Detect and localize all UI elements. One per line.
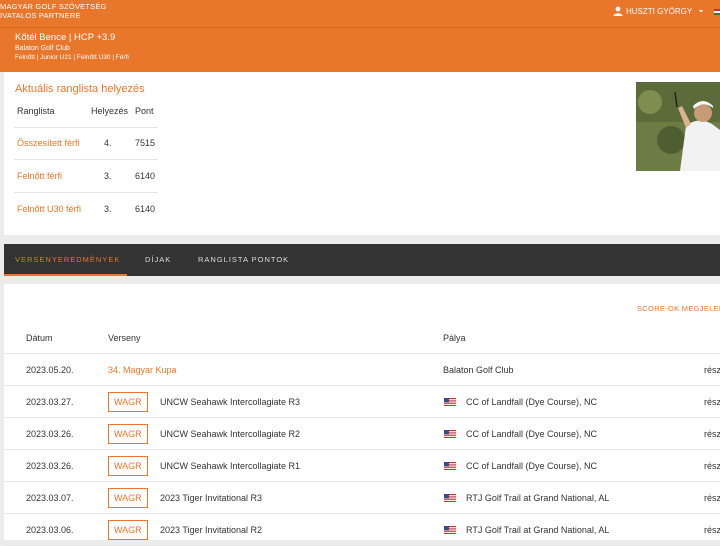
brand-text[interactable]: MAGYAR GOLF SZÖVETSÉG IVATALOS PARTNERE [0, 2, 107, 20]
player-profile-banner: Kőtél Bence | HCP +3.9 Balaton Golf Club… [0, 28, 720, 72]
ranking-card: Aktuális ranglista helyezés Ranglista He… [4, 72, 720, 235]
wagr-badge: WAGR [108, 488, 148, 508]
ranking-header-place: Helyezés [91, 106, 129, 117]
details-link[interactable]: rész [704, 429, 720, 439]
tab-bar: VERSENYEREDMÉNYEK DÍJAK RANGLISTA PONTOK [4, 244, 720, 276]
details-link[interactable]: rész [704, 525, 720, 535]
result-date: 2023.03.26. [26, 461, 74, 471]
ranking-place: 3. [88, 191, 132, 225]
brand-line-2: IVATALOS PARTNERE [0, 10, 81, 20]
tab-awards[interactable]: DÍJAK [145, 244, 171, 276]
ranking-header-points: Pont [135, 106, 154, 117]
ranking-points: 6140 [132, 159, 159, 192]
event-name: 2023 Tiger Invitational R3 [160, 493, 263, 503]
user-icon [613, 6, 623, 16]
table-row: 2023.03.27. WAGR UNCW Seahawk Intercolla… [4, 386, 720, 418]
header-date: Dátum [26, 333, 53, 343]
top-bar: MAGYAR GOLF SZÖVETSÉG IVATALOS PARTNERE … [0, 0, 720, 28]
event-link[interactable]: 34. Magyar Kupa [108, 365, 177, 375]
ranking-row: Felnőtt férfi 3. 6140 [14, 159, 159, 192]
course-name: RTJ Golf Trail at Grand National, AL [466, 493, 610, 503]
details-link[interactable]: rész [704, 397, 720, 407]
result-date: 2023.05.20. [26, 365, 74, 375]
tab-ranking-points[interactable]: RANGLISTA PONTOK [198, 244, 289, 276]
ranking-row: Összesített férfi 4. 7515 [14, 126, 159, 160]
ranking-link[interactable]: Felnőtt U30 férfi [14, 191, 88, 225]
us-flag-icon [444, 430, 456, 438]
header-event: Verseny [108, 333, 141, 343]
event-name: UNCW Seahawk Intercollagiate R1 [160, 461, 301, 471]
result-date: 2023.03.06. [26, 525, 74, 535]
ranking-header-name: Ranglista [17, 106, 55, 117]
table-row: 2023.03.07. WAGR 2023 Tiger Invitational… [4, 482, 720, 514]
details-link[interactable]: rész [704, 365, 720, 375]
table-row: 2023.03.26. WAGR UNCW Seahawk Intercolla… [4, 418, 720, 450]
show-scores-link[interactable]: SCORE-OK MEGJELEN [637, 304, 720, 313]
ranking-points: 7515 [132, 126, 159, 160]
us-flag-icon [444, 398, 456, 406]
event-name: UNCW Seahawk Intercollagiate R3 [160, 397, 301, 407]
wagr-badge: WAGR [108, 392, 148, 412]
player-club: Balaton Golf Club [15, 45, 70, 52]
results-card: SCORE-OK MEGJELEN Dátum Verseny Pálya 20… [4, 284, 720, 546]
ranking-place: 4. [88, 126, 132, 160]
event-name: 2023 Tiger Invitational R2 [160, 525, 263, 535]
wagr-badge: WAGR [108, 456, 148, 476]
result-date: 2023.03.07. [26, 493, 74, 503]
course-name: Balaton Golf Club [443, 365, 514, 375]
us-flag-icon [444, 462, 456, 470]
course-name: CC of Landfall (Dye Course), NC [466, 397, 598, 407]
course-name: CC of Landfall (Dye Course), NC [466, 461, 598, 471]
ranking-title: Aktuális ranglista helyezés [15, 83, 145, 95]
ranking-link[interactable]: Felnőtt férfi [14, 159, 88, 192]
course-name: CC of Landfall (Dye Course), NC [466, 429, 598, 439]
wagr-badge: WAGR [108, 424, 148, 444]
wagr-badge: WAGR [108, 520, 148, 540]
event-name: UNCW Seahawk Intercollagiate R2 [160, 429, 301, 439]
tab-results[interactable]: VERSENYEREDMÉNYEK [4, 244, 127, 276]
ranking-link[interactable]: Összesített férfi [14, 126, 88, 160]
hungarian-flag-icon[interactable] [714, 9, 720, 15]
result-date: 2023.03.26. [26, 429, 74, 439]
table-row: 2023.03.06. WAGR 2023 Tiger Invitational… [4, 514, 720, 546]
user-name: HUSZTI GYÖRGY [626, 6, 693, 16]
details-link[interactable]: rész [704, 461, 720, 471]
user-menu[interactable]: HUSZTI GYÖRGY [613, 6, 707, 16]
header-course: Pálya [443, 333, 466, 343]
details-link[interactable]: rész [704, 493, 720, 503]
results-table-header: Dátum Verseny Pálya [4, 322, 720, 354]
ranking-row: Felnőtt U30 férfi 3. 6140 [14, 191, 159, 225]
table-row: 2023.03.26. WAGR UNCW Seahawk Intercolla… [4, 450, 720, 482]
result-date: 2023.03.27. [26, 397, 74, 407]
ranking-points: 6140 [132, 191, 159, 225]
chevron-down-icon [699, 10, 704, 13]
player-categories: Felnőtt | Junior U21 | Felnőtt U30 | Fér… [15, 54, 129, 61]
course-name: RTJ Golf Trail at Grand National, AL [466, 525, 610, 535]
player-photo [636, 82, 720, 171]
table-row: 2023.05.20. 34. Magyar Kupa Balaton Golf… [4, 354, 720, 386]
player-name: Kőtél Bence | HCP +3.9 [15, 32, 116, 43]
us-flag-icon [444, 526, 456, 534]
ranking-table: Ranglista Helyezés Pont Összesített férf… [14, 96, 159, 225]
us-flag-icon [444, 494, 456, 502]
ranking-place: 3. [88, 159, 132, 192]
